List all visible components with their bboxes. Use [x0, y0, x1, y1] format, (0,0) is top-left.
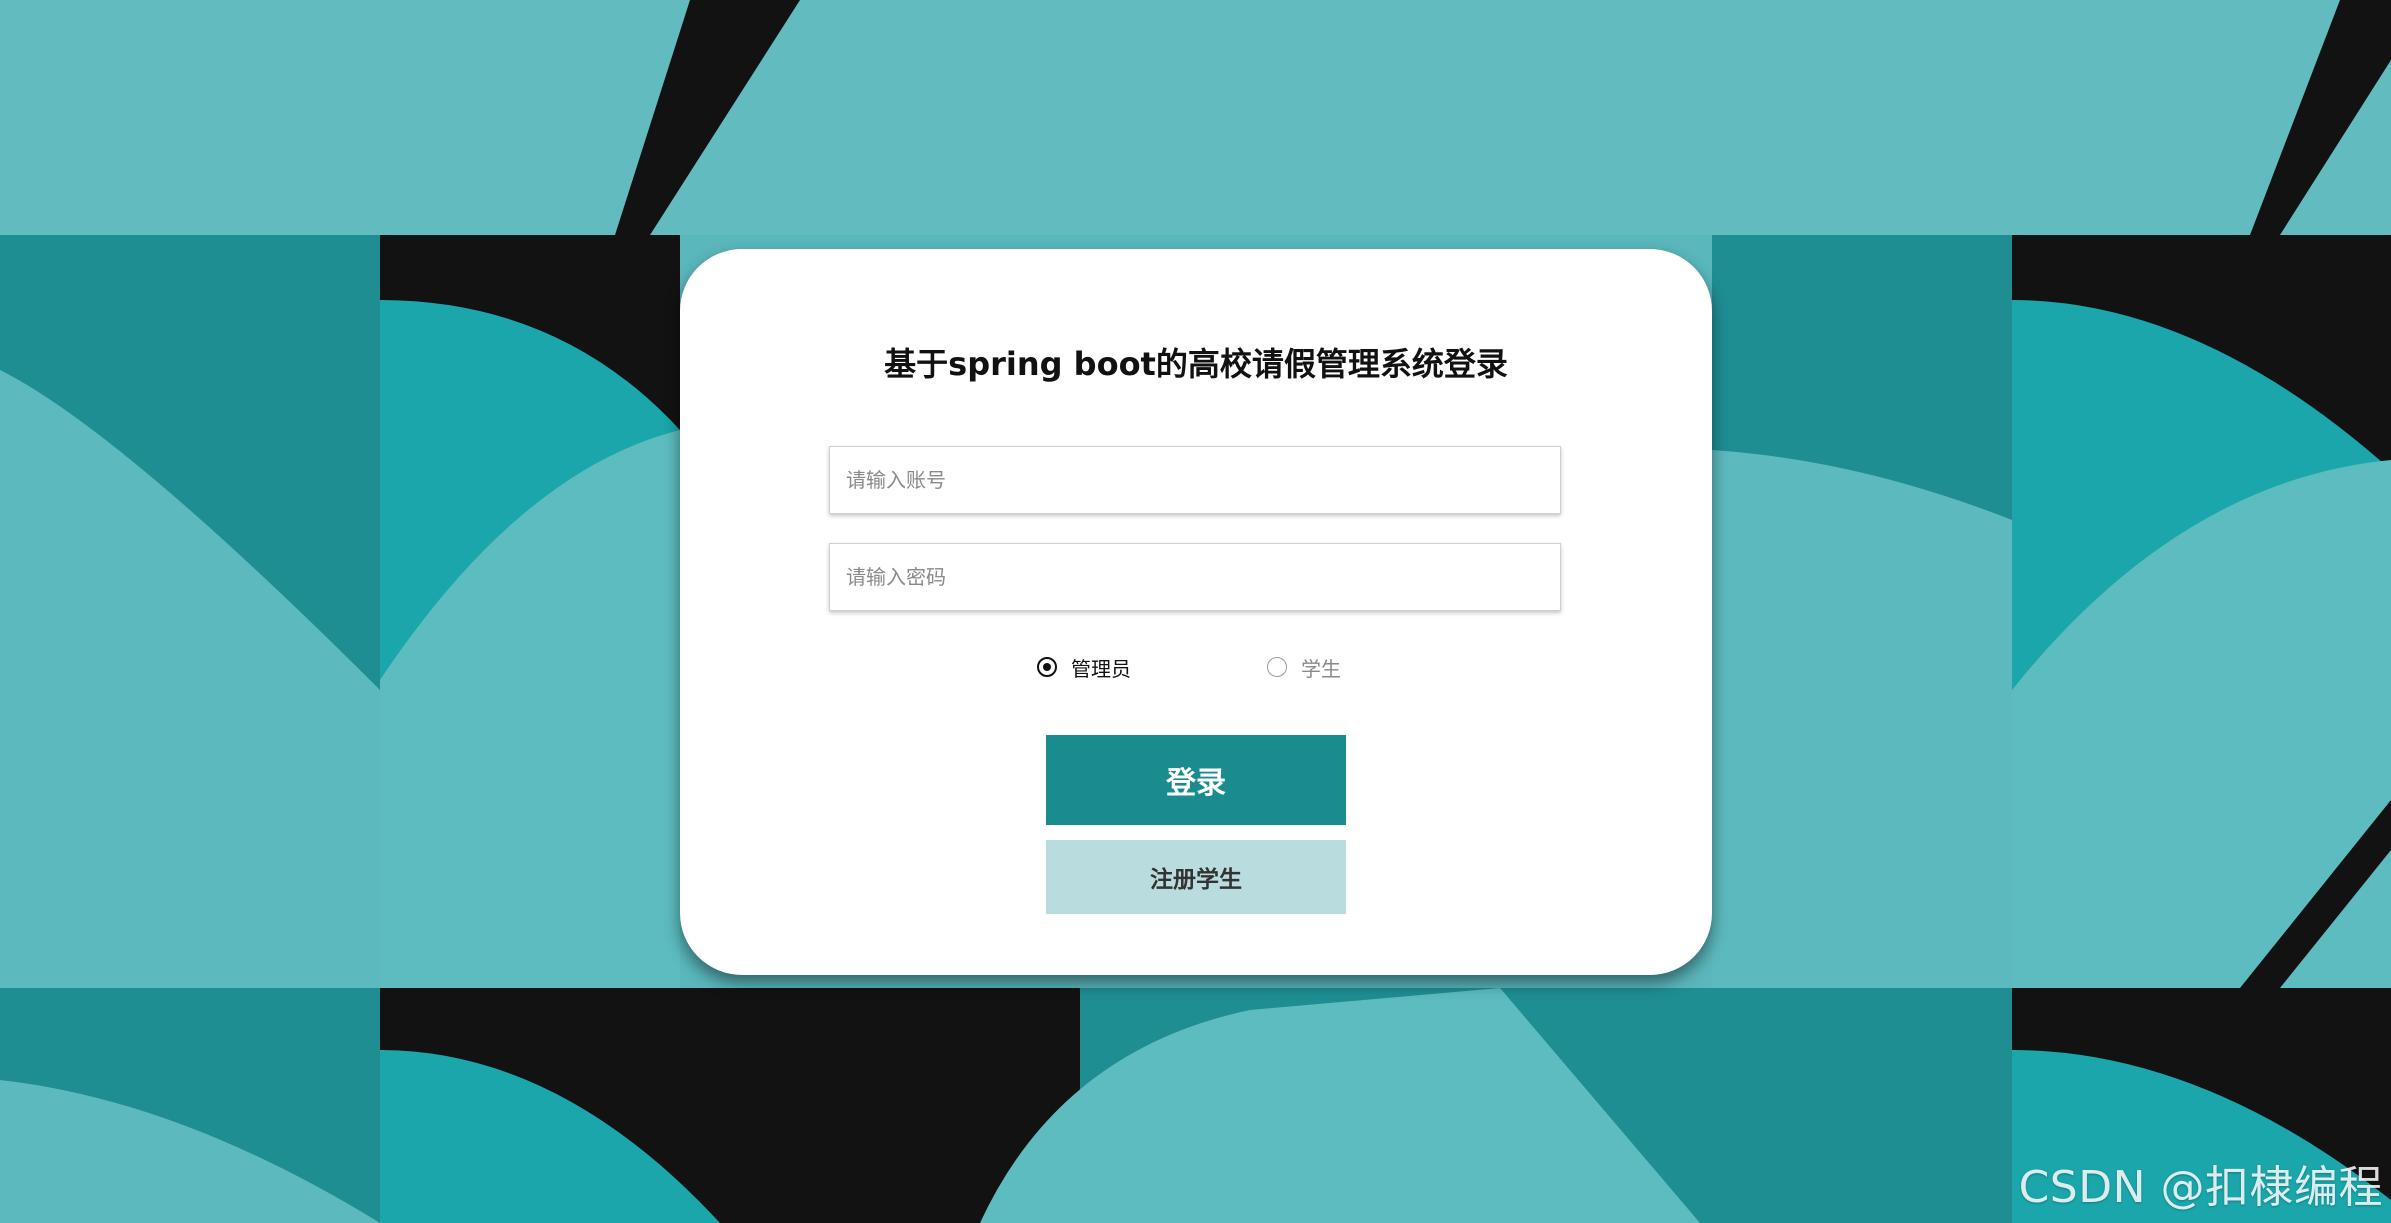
role-radio-student[interactable]: 学生	[1267, 652, 1341, 682]
account-input[interactable]	[829, 446, 1561, 514]
radio-unchecked-icon[interactable]	[1267, 657, 1287, 677]
radio-checked-icon[interactable]	[1037, 657, 1057, 677]
watermark: CSDN @扣棣编程	[2018, 1162, 2383, 1213]
role-label-admin: 管理员	[1071, 656, 1131, 681]
login-button[interactable]: 登录	[1046, 735, 1346, 825]
role-radio-admin[interactable]: 管理员	[1037, 652, 1131, 682]
register-student-button[interactable]: 注册学生	[1046, 840, 1346, 914]
password-input[interactable]	[829, 543, 1561, 611]
role-label-student: 学生	[1301, 656, 1341, 681]
page-title: 基于spring boot的高校请假管理系统登录	[884, 345, 1508, 383]
login-card: 基于spring boot的高校请假管理系统登录 管理员 学生 登录 注册学生	[680, 249, 1712, 975]
login-page: 基于spring boot的高校请假管理系统登录 管理员 学生 登录 注册学生 …	[0, 0, 2391, 1223]
